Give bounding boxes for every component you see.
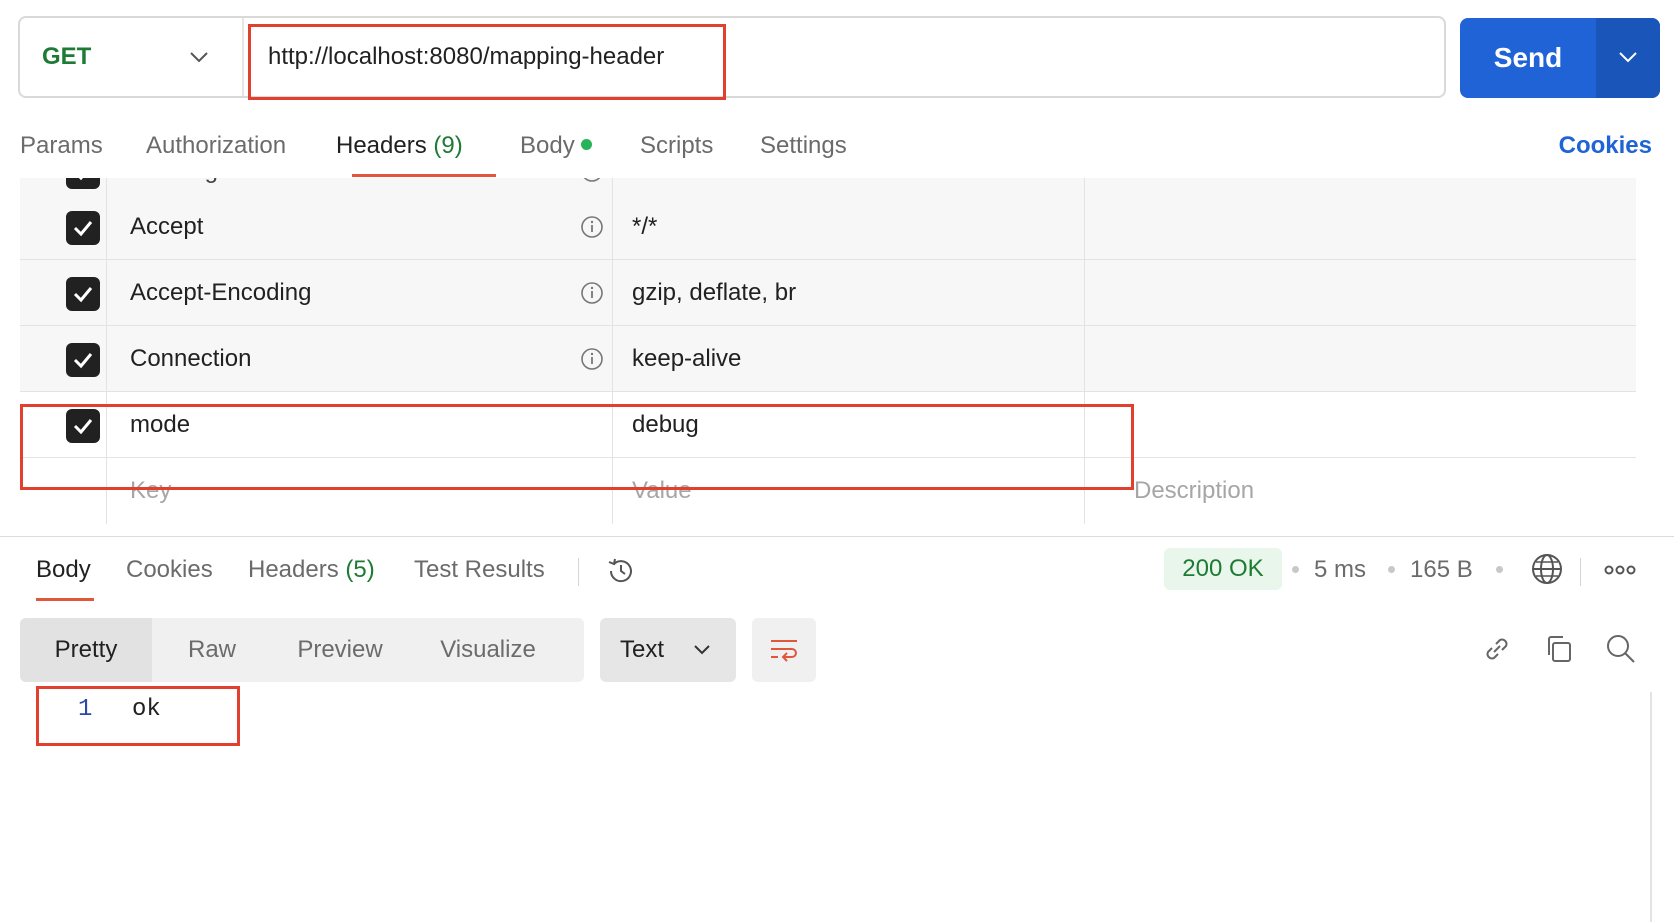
tab-settings[interactable]: Settings [760,132,847,160]
headers-table: User-Agent PostmanRuntime/7.43.0 Accept … [20,178,1636,536]
header-value[interactable]: debug [632,392,699,457]
table-row: Accept-Encoding gzip, deflate, br [20,260,1636,326]
header-key[interactable]: Accept-Encoding [130,260,311,325]
send-label: Send [1493,42,1563,73]
info-icon[interactable] [580,281,604,305]
request-tabs: Params Authorization Headers (9) Body Sc… [0,120,1674,177]
response-tab-test-results[interactable]: Test Results [414,556,545,584]
section-divider [0,536,1674,537]
method-divider [242,18,244,96]
response-tab-cookies[interactable]: Cookies [126,556,213,584]
row-checkbox[interactable] [66,409,100,443]
response-tab-headers[interactable]: Headers (5) [248,556,375,584]
copy-icon[interactable] [1542,632,1576,666]
scrollbar-track[interactable] [1650,692,1652,922]
divider [1580,558,1581,586]
row-checkbox[interactable] [66,211,100,245]
check-icon [78,178,83,181]
content-type-label: Text [620,636,665,663]
response-time[interactable]: 5 ms [1314,556,1366,584]
cookies-link[interactable]: Cookies [1559,132,1652,160]
body-indicator-dot [580,139,592,150]
header-value[interactable]: gzip, deflate, br [632,260,796,325]
header-key[interactable]: Accept [130,194,203,259]
headers-count: (9) [433,132,463,159]
info-icon[interactable] [580,215,604,239]
method-label: GET [42,43,92,70]
tab-headers-label: Headers [336,132,427,159]
send-button[interactable]: Send [1460,18,1660,98]
chevron-down-icon [694,645,710,655]
wrap-lines-icon [771,640,797,662]
view-mode-segmented: Pretty Raw Preview Visualize [20,618,584,682]
mode-pretty[interactable]: Pretty [20,618,152,682]
response-size[interactable]: 165 B [1410,556,1473,584]
info-icon[interactable] [580,178,604,183]
line-number: 1 [78,696,93,723]
tab-scripts[interactable]: Scripts [640,132,713,160]
row-checkbox[interactable] [66,343,100,377]
content-type-select[interactable]: Text [600,618,736,682]
check-icon [73,419,93,435]
header-value[interactable]: keep-alive [632,326,741,391]
info-icon[interactable] [580,347,604,371]
table-row: Accept */* [20,194,1636,260]
check-icon [73,221,93,237]
send-options-button[interactable] [1596,18,1660,98]
check-icon [73,353,93,369]
tab-body[interactable]: Body [520,132,592,160]
method-select[interactable]: GET [20,18,240,96]
separator-dot [1388,566,1395,573]
active-tab-underline [352,174,496,177]
wrap-lines-button[interactable] [752,618,816,682]
row-checkbox[interactable] [66,178,100,189]
separator-dot [1496,566,1503,573]
response-headers-count: (5) [345,556,375,583]
tab-headers[interactable]: Headers (9) [336,132,463,160]
table-row: Connection keep-alive [20,326,1636,392]
header-value[interactable]: */* [632,194,657,259]
row-checkbox[interactable] [66,277,100,311]
url-bar: GET http://localhost:8080/mapping-header [18,16,1446,98]
table-row: mode debug [20,392,1636,458]
mode-preview[interactable]: Preview [272,618,408,682]
check-icon [73,287,93,303]
header-key[interactable]: Connection [130,326,251,391]
url-input[interactable]: http://localhost:8080/mapping-header [268,18,664,96]
mode-visualize[interactable]: Visualize [408,618,568,682]
status-badge[interactable]: 200 OK [1164,548,1282,590]
response-body-line[interactable]: ok [132,696,161,723]
separator-dot [1292,566,1299,573]
tab-body-label: Body [520,132,575,159]
header-key[interactable]: mode [130,392,190,457]
response-tab-body[interactable]: Body [36,556,91,584]
response-tab-headers-label: Headers [248,556,339,583]
search-icon[interactable] [1604,632,1638,666]
tab-params[interactable]: Params [20,132,103,160]
chevron-down-icon [190,52,208,63]
more-icon[interactable] [1604,562,1636,578]
divider [578,558,579,586]
chevron-down-icon [1619,52,1637,63]
history-icon[interactable] [604,554,638,588]
response-active-underline [36,598,94,601]
mode-raw[interactable]: Raw [152,618,272,682]
tab-authorization[interactable]: Authorization [146,132,286,160]
new-description-input[interactable]: Description [1134,458,1254,524]
new-key-input[interactable]: Key [130,458,171,524]
new-value-input[interactable]: Value [632,458,692,524]
table-row-new: Key Value Description [20,458,1636,524]
globe-icon[interactable] [1530,552,1564,586]
link-icon[interactable] [1480,632,1514,666]
